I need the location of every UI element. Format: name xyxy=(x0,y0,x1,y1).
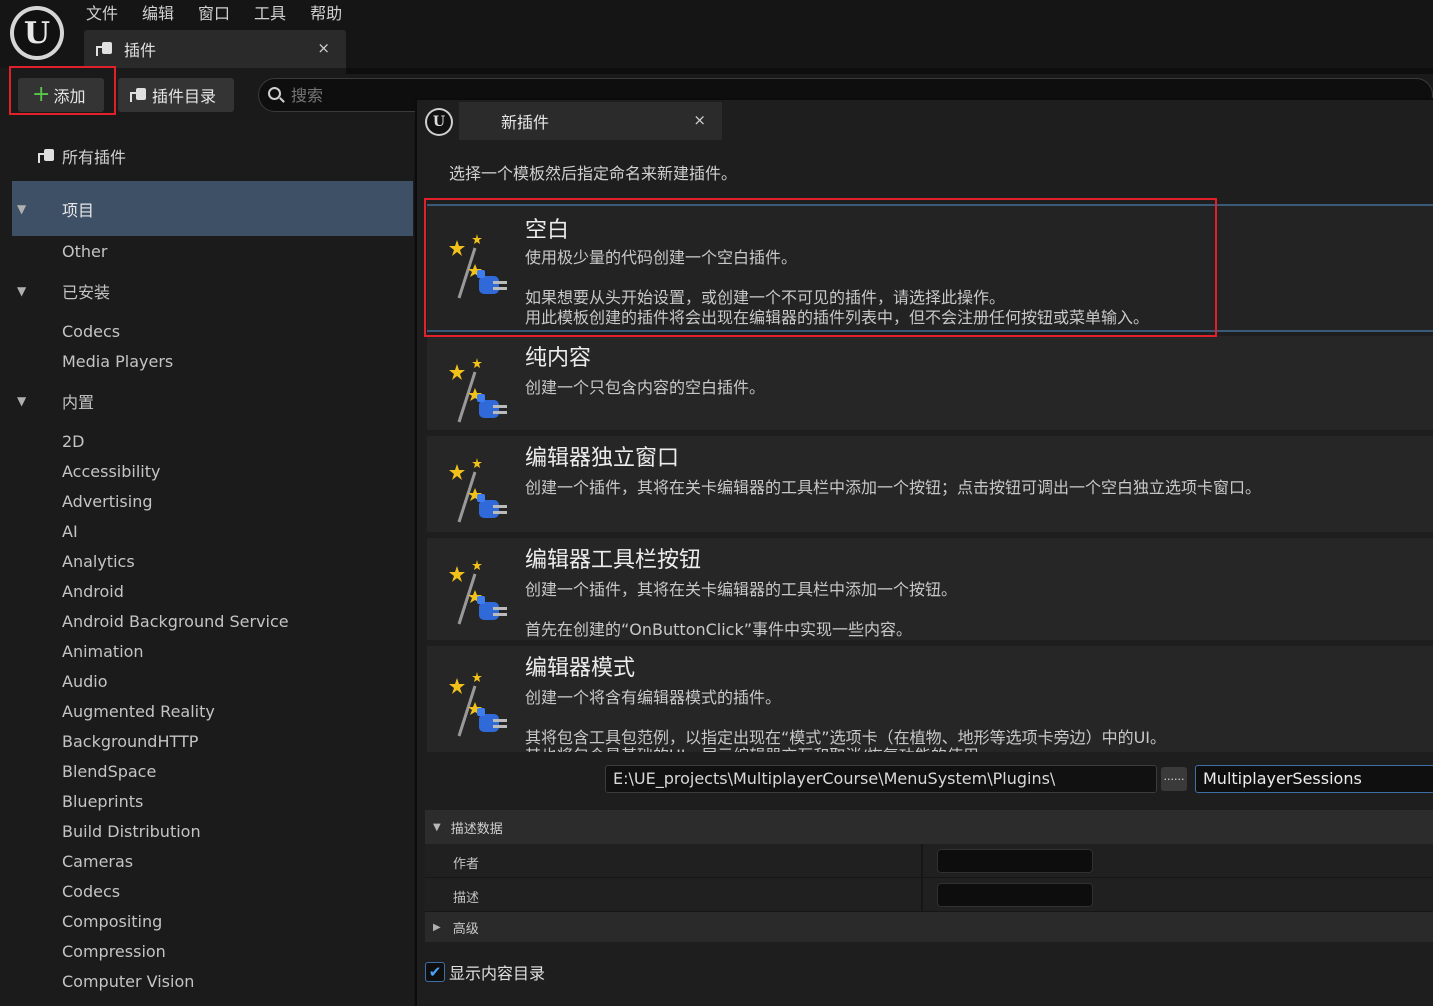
menu-help[interactable]: 帮助 xyxy=(302,2,358,28)
checkmark-icon[interactable]: ✔ xyxy=(425,962,445,982)
category-item[interactable]: Computer Vision xyxy=(12,966,413,996)
category-label: 已安装 xyxy=(62,283,111,302)
tab-plugins-label: 插件 xyxy=(124,41,157,60)
plugin-icon xyxy=(36,147,56,165)
plugin-catalog-button[interactable]: 插件目录 xyxy=(118,78,234,112)
category-item[interactable]: Android Background Service xyxy=(12,606,413,636)
template-description: 创建一个将含有编辑器模式的插件。 xyxy=(525,688,782,707)
author-row: 作者 xyxy=(425,844,1433,878)
browse-path-button[interactable]: ...... xyxy=(1161,767,1187,791)
category-item[interactable]: Animation xyxy=(12,636,413,666)
template-editor-standalone-window[interactable]: 编辑器独立窗口 创建一个插件，其将在关卡编辑器的工具栏中添加一个按钮；点击按钮可… xyxy=(427,436,1433,532)
category-item[interactable]: Advertising xyxy=(12,486,413,516)
category-project[interactable]: ▼ 项目 xyxy=(12,181,413,236)
advanced-section[interactable]: ▶ 高级 xyxy=(425,912,1433,942)
template-title: 编辑器工具栏按钮 xyxy=(525,548,702,573)
category-item-other[interactable]: Other xyxy=(12,236,413,266)
template-title: 纯内容 xyxy=(525,346,592,371)
close-dialog-icon[interactable]: × xyxy=(693,111,706,129)
ue-logo-small: U xyxy=(425,108,453,136)
descriptor-header-label: 描述数据 xyxy=(450,821,503,837)
template-title: 编辑器模式 xyxy=(525,656,636,681)
category-label: 内置 xyxy=(62,393,95,412)
category-builtin[interactable]: ▼ 内置 xyxy=(12,386,413,416)
category-item[interactable]: Codecs xyxy=(12,316,413,346)
template-content-only[interactable]: 纯内容 创建一个只包含内容的空白插件。 xyxy=(427,336,1433,430)
template-description: 创建一个插件，其将在关卡编辑器的工具栏中添加一个按钮；点击按钮可调出一个空白独立… xyxy=(525,478,1262,497)
category-tree: ▼ 项目 Other ▼ 已安装 Codecs Media Players ▼ … xyxy=(12,181,413,996)
category-item[interactable]: Android xyxy=(12,576,413,606)
plugin-wand-icon xyxy=(449,458,507,523)
advanced-label: 高级 xyxy=(452,921,479,937)
tab-plugins[interactable]: 插件 × xyxy=(84,30,346,68)
show-content-label: 显示内容目录 xyxy=(449,964,546,983)
category-item[interactable]: BlendSpace xyxy=(12,756,413,786)
plugin-name-field[interactable]: MultiplayerSessions xyxy=(1195,765,1433,793)
add-button-highlight xyxy=(9,66,116,115)
description-row: 描述 xyxy=(425,878,1433,912)
menu-file[interactable]: 文件 xyxy=(78,2,134,28)
descriptor-details: ▼ 描述数据 作者 描述 ▶ 高级 xyxy=(425,810,1433,942)
plugin-path-row: E:\UE_projects\MultiplayerCourse\MenuSys… xyxy=(425,760,1433,800)
tab-new-plugin-label: 新插件 xyxy=(501,113,550,132)
category-label: 项目 xyxy=(62,200,95,220)
category-item[interactable]: Compositing xyxy=(12,906,413,936)
description-input[interactable] xyxy=(937,883,1093,907)
category-item[interactable]: Codecs xyxy=(12,876,413,906)
menu-window[interactable]: 窗口 xyxy=(190,2,246,28)
category-item[interactable]: Cameras xyxy=(12,846,413,876)
template-title: 编辑器独立窗口 xyxy=(525,446,680,471)
ue-logo-glyph: U xyxy=(427,110,451,134)
show-content-toggle[interactable]: ✔ 显示内容目录 xyxy=(425,960,545,984)
template-description: 创建一个只包含内容的空白插件。 xyxy=(525,378,766,397)
plugin-path-field[interactable]: E:\UE_projects\MultiplayerCourse\MenuSys… xyxy=(605,765,1157,793)
author-input[interactable] xyxy=(937,849,1093,873)
plugin-wand-icon xyxy=(449,358,507,423)
category-item[interactable]: Augmented Reality xyxy=(12,696,413,726)
category-item[interactable]: BackgroundHTTP xyxy=(12,726,413,756)
plugin-category-sidebar: 所有插件 ▼ 项目 Other ▼ 已安装 Codecs Media Playe… xyxy=(0,120,414,1006)
all-plugins-item[interactable]: 所有插件 xyxy=(36,144,126,168)
plugin-wand-icon xyxy=(449,672,507,737)
category-installed[interactable]: ▼ 已安装 xyxy=(12,276,413,306)
tab-new-plugin[interactable]: 新插件 × xyxy=(459,102,722,140)
template-description: 其也将包含最基础的UI，展示编辑器交互和取消/恢复功能的使用。 xyxy=(525,742,995,752)
dialog-instruction: 选择一个模板然后指定命名来新建插件。 xyxy=(449,164,738,183)
ue-logo[interactable]: U xyxy=(10,6,64,60)
search-icon xyxy=(267,86,285,104)
ue-logo-glyph: U xyxy=(14,10,60,56)
descriptor-header[interactable]: ▼ 描述数据 xyxy=(425,810,1433,844)
menu-edit[interactable]: 编辑 xyxy=(134,2,190,28)
template-description: 创建一个插件，其将在关卡编辑器的工具栏中添加一个按钮。 xyxy=(525,580,958,599)
expand-arrow-icon[interactable]: ▼ xyxy=(12,202,62,216)
category-item[interactable]: Accessibility xyxy=(12,456,413,486)
category-item[interactable]: Audio xyxy=(12,666,413,696)
template-editor-toolbar-button[interactable]: 编辑器工具栏按钮 创建一个插件，其将在关卡编辑器的工具栏中添加一个按钮。 首先在… xyxy=(427,538,1433,640)
author-label: 作者 xyxy=(453,857,480,872)
menu-tools[interactable]: 工具 xyxy=(246,2,302,28)
close-tab-icon[interactable]: × xyxy=(317,39,330,57)
category-item[interactable]: Analytics xyxy=(12,546,413,576)
template-editor-mode[interactable]: 编辑器模式 创建一个将含有编辑器模式的插件。 其将包含工具包范例，以指定出现在“… xyxy=(427,646,1433,752)
expand-arrow-icon[interactable]: ▼ xyxy=(12,394,62,408)
plugin-catalog-label: 插件目录 xyxy=(152,87,217,106)
expand-arrow-icon[interactable]: ▼ xyxy=(12,284,62,298)
plugin-icon xyxy=(128,86,148,104)
category-item[interactable]: 2D xyxy=(12,426,413,456)
category-item[interactable]: AI xyxy=(12,516,413,546)
menubar: 文件 编辑 窗口 工具 帮助 xyxy=(78,2,358,28)
template-description: 首先在创建的“OnButtonClick”事件中实现一些内容。 xyxy=(525,620,913,639)
plugin-icon xyxy=(94,40,114,58)
category-item[interactable]: Compression xyxy=(12,936,413,966)
collapse-arrow-icon: ▶ xyxy=(433,921,441,933)
category-item[interactable]: Blueprints xyxy=(12,786,413,816)
expand-arrow-icon: ▼ xyxy=(433,821,441,833)
category-item[interactable]: Build Distribution xyxy=(12,816,413,846)
all-plugins-label: 所有插件 xyxy=(62,148,127,167)
category-item[interactable]: Media Players xyxy=(12,346,413,376)
plugin-wand-icon xyxy=(449,560,507,625)
toolbar-divider xyxy=(346,68,1433,74)
template-blank-highlight xyxy=(424,198,1217,337)
description-label: 描述 xyxy=(453,891,480,906)
